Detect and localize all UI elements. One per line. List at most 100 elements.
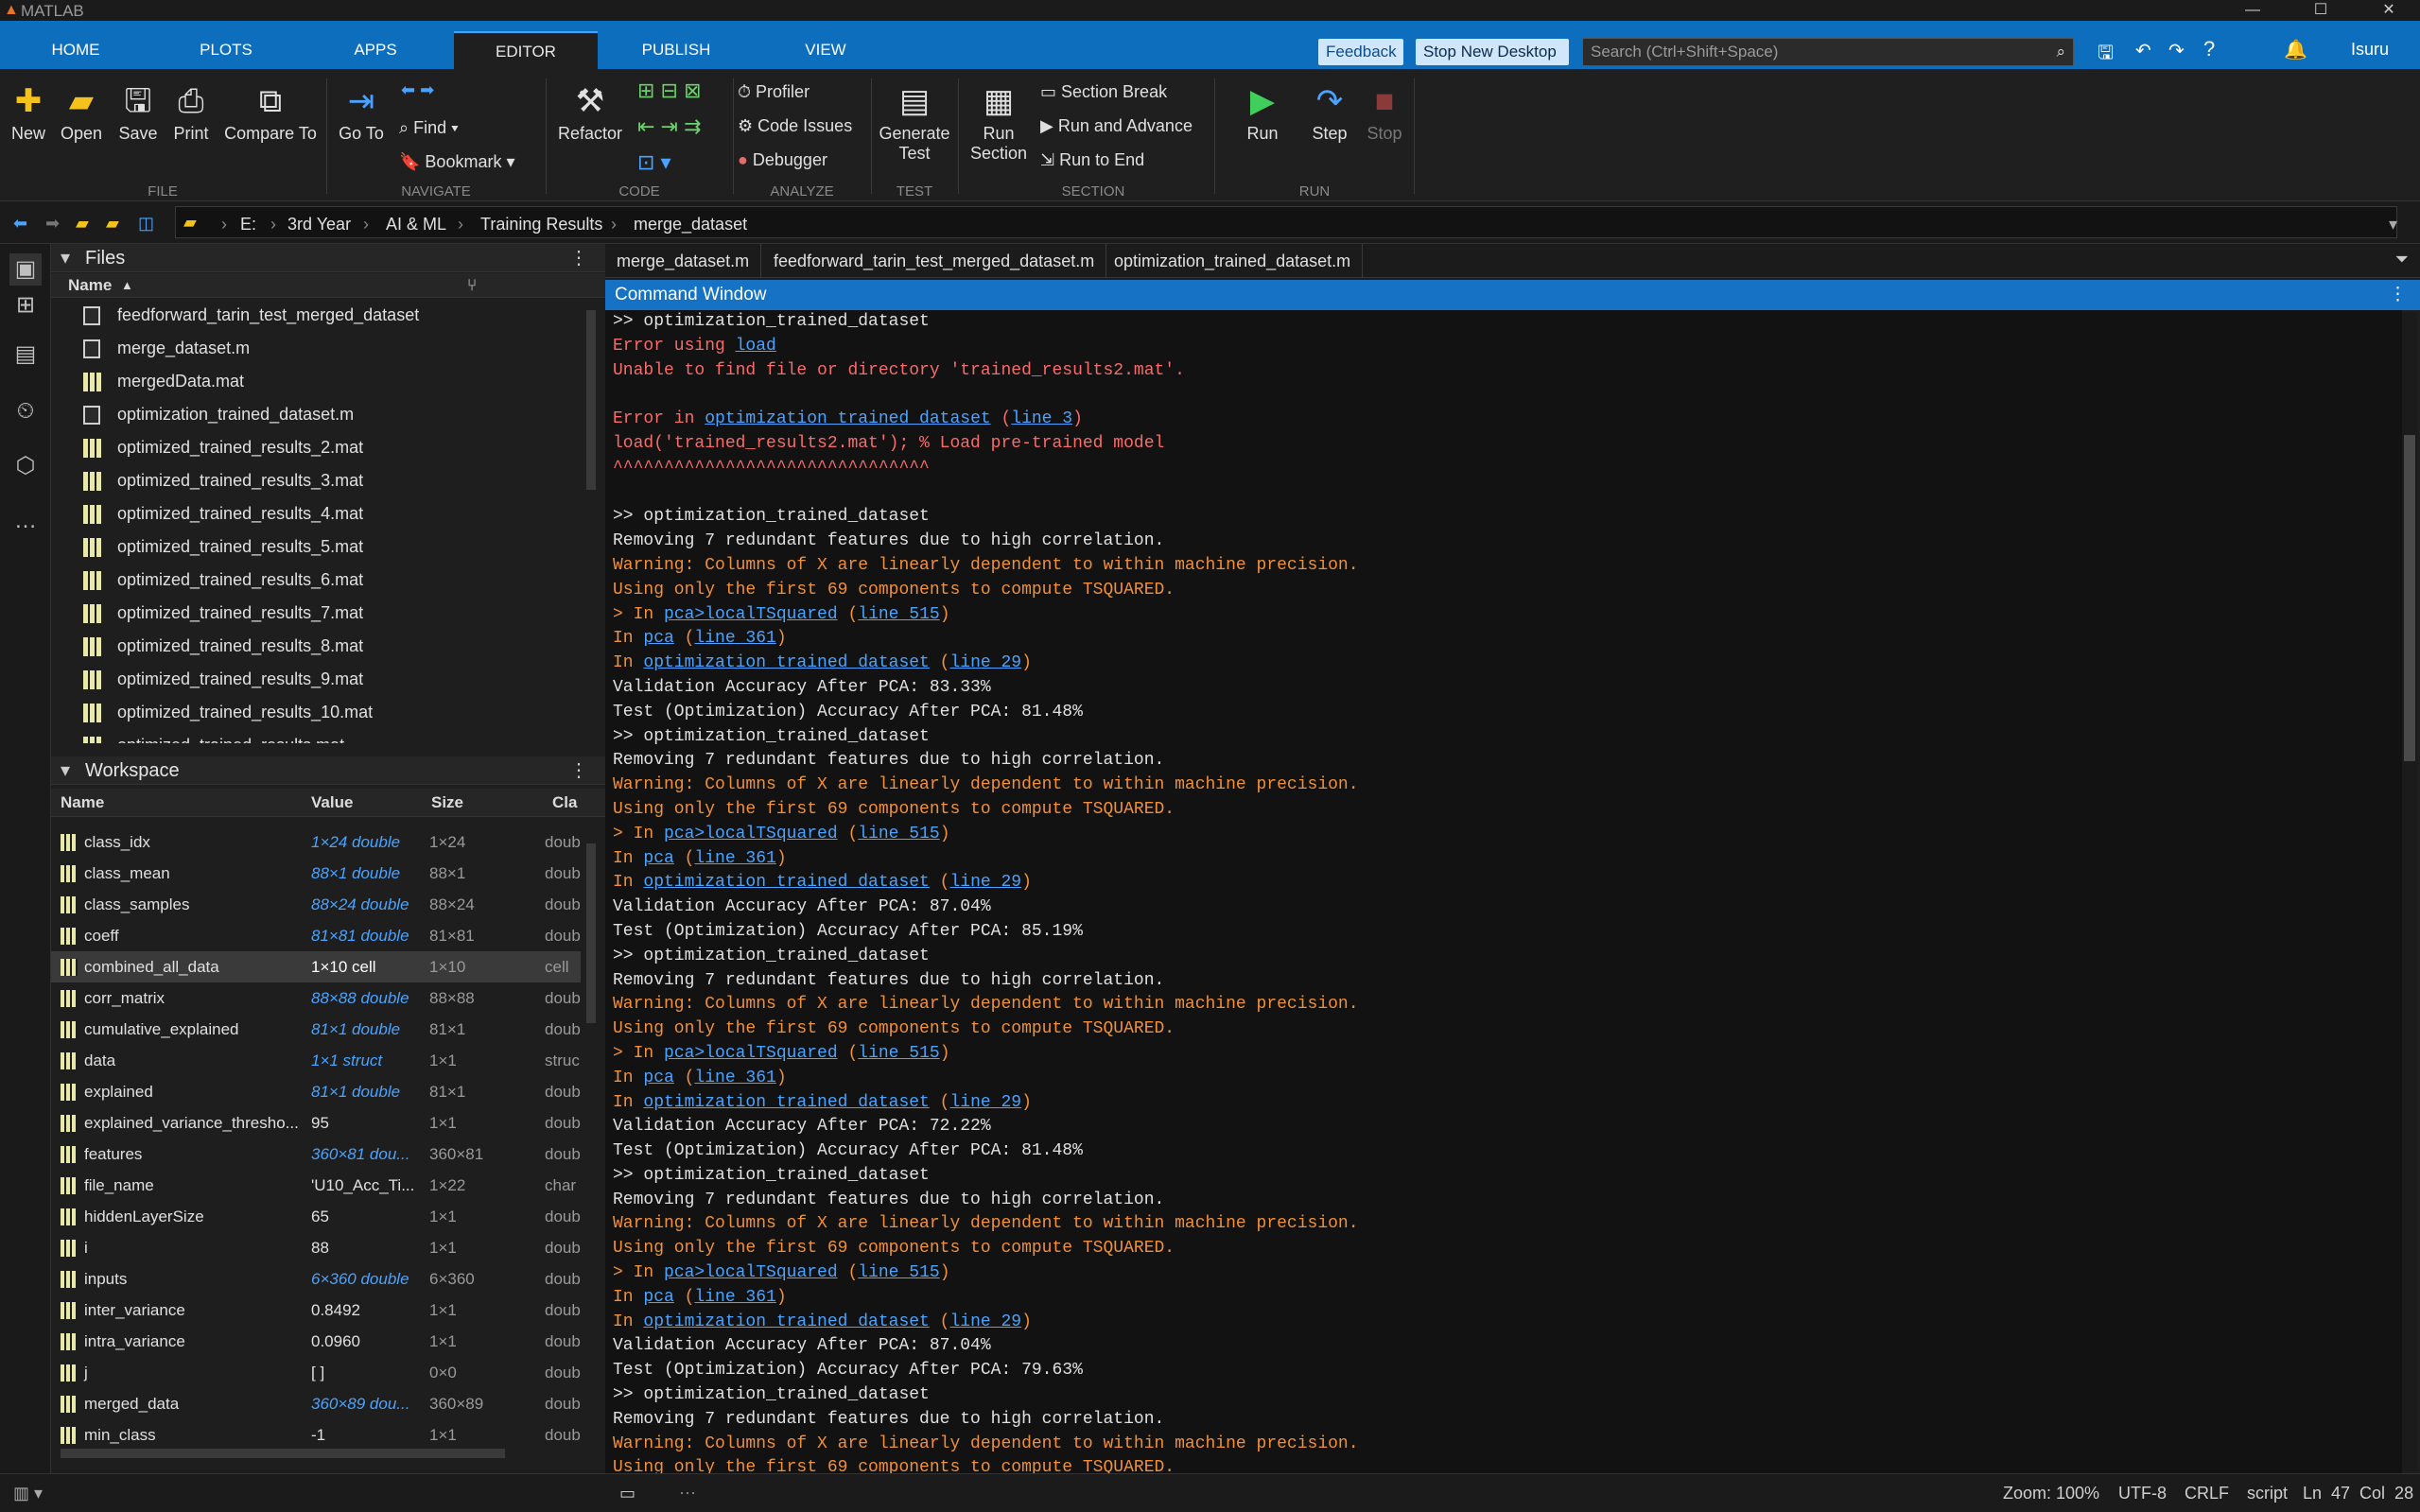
files-scrollbar[interactable]: [586, 310, 596, 490]
file-item[interactable]: optimized_trained_results_2.mat: [51, 431, 581, 464]
hyperlink[interactable]: line 29: [949, 1093, 1021, 1112]
filetype-status[interactable]: script: [2247, 1484, 2288, 1503]
open-button[interactable]: ▰ Open: [57, 82, 106, 144]
debugger-button[interactable]: ● Debugger: [738, 150, 827, 170]
hyperlink[interactable]: pca: [643, 1069, 673, 1087]
find-button[interactable]: ⌕ Find ▾: [399, 118, 459, 138]
files-panel-icon[interactable]: ▣: [9, 253, 42, 286]
tab-editor[interactable]: EDITOR: [454, 31, 598, 69]
hyperlink[interactable]: optimization_trained_dataset: [643, 873, 929, 892]
workspace-variable-row[interactable]: inputs 6×360 double 6×360 doub: [51, 1263, 581, 1295]
col-name[interactable]: Name: [61, 789, 104, 817]
hyperlink[interactable]: optimization_trained_dataset: [643, 653, 929, 672]
nav-back-icon[interactable]: ⬅: [13, 214, 27, 234]
hyperlink[interactable]: line 29: [949, 653, 1021, 672]
workspace-menu-icon[interactable]: ⋮: [569, 756, 588, 785]
workspace-variable-row[interactable]: class_samples 88×24 double 88×24 doub: [51, 889, 581, 920]
tab-apps[interactable]: APPS: [301, 31, 450, 69]
code-issues-button[interactable]: ⚙ Code Issues: [738, 116, 852, 136]
editor-tab-optimization[interactable]: optimization_trained_dataset.m: [1103, 244, 1364, 278]
profiler-button[interactable]: ⏱ Profiler: [738, 82, 810, 102]
workspace-variable-row[interactable]: features 360×81 dou... 360×81 doub: [51, 1138, 581, 1170]
hyperlink[interactable]: line 515: [858, 605, 939, 624]
hyperlink[interactable]: pca: [643, 1288, 673, 1307]
nav-forward-icon[interactable]: ➡: [45, 214, 60, 234]
hyperlink[interactable]: line 361: [694, 629, 775, 648]
command-scrollbar[interactable]: [2404, 435, 2415, 761]
hyperlink[interactable]: pca>localTSquared: [664, 825, 838, 843]
hyperlink[interactable]: line 361: [694, 1069, 775, 1087]
file-item[interactable]: optimized_trained_results_7.mat: [51, 597, 581, 630]
workspace-panel-icon[interactable]: ⊞: [9, 289, 42, 322]
file-item[interactable]: feedforward_tarin_test_merged_dataset: [51, 299, 581, 332]
tab-publish[interactable]: PUBLISH: [598, 31, 755, 69]
step-button[interactable]: ↷ Step: [1301, 82, 1358, 144]
eol-status[interactable]: CRLF: [2185, 1484, 2229, 1503]
breadcrumb-ai-ml[interactable]: AI & ML: [386, 215, 446, 235]
close-icon[interactable]: ✕: [2362, 0, 2415, 21]
hyperlink[interactable]: load: [736, 337, 776, 356]
path-field[interactable]: ▰ › E: › 3rd Year › AI & ML › Training R…: [175, 206, 2397, 238]
workspace-variable-row[interactable]: inter_variance 0.8492 1×1 doub: [51, 1295, 581, 1326]
breadcrumb-drive[interactable]: E:: [240, 215, 256, 235]
hyperlink[interactable]: line 29: [949, 1312, 1021, 1331]
stop-new-desktop-button[interactable]: Stop New Desktop: [1416, 39, 1569, 65]
run-to-end-button[interactable]: ⇲ Run to End: [1040, 150, 1144, 170]
workspace-icon[interactable]: ◫: [138, 214, 154, 234]
workspace-variable-row[interactable]: file_name 'U10_Acc_Ti... 1×22 char: [51, 1170, 581, 1201]
indent-icon[interactable]: ⇤ ⇥ ⇉: [637, 114, 702, 139]
compare-button[interactable]: ⧉ Compare To: [221, 82, 320, 144]
editor-tab-merge-dataset[interactable]: merge_dataset.m: [605, 244, 762, 278]
files-column-header[interactable]: Name ▲ ⑂: [51, 273, 605, 298]
collapse-icon[interactable]: ▾: [61, 244, 70, 272]
workspace-variable-row[interactable]: min_class -1 1×1 doub: [51, 1419, 581, 1451]
hyperlink[interactable]: pca: [643, 849, 673, 868]
col-value[interactable]: Value: [311, 789, 353, 817]
run-and-advance-button[interactable]: ▶ Run and Advance: [1040, 116, 1193, 136]
hyperlink[interactable]: optimization_trained_dataset: [643, 1093, 929, 1112]
workspace-variable-row[interactable]: explained 81×1 double 81×1 doub: [51, 1076, 581, 1107]
hyperlink[interactable]: pca>localTSquared: [664, 605, 838, 624]
tab-list-icon[interactable]: ⏷: [2395, 250, 2409, 269]
workspace-variable-row[interactable]: class_idx 1×24 double 1×24 doub: [51, 826, 581, 858]
path-dropdown-icon[interactable]: ▾: [2389, 215, 2397, 235]
feedback-button[interactable]: Feedback: [1318, 39, 1403, 65]
files-panel-header[interactable]: ▾ Files ⋮: [51, 244, 605, 272]
undo-icon[interactable]: ↶: [2135, 39, 2151, 62]
hyperlink[interactable]: line 515: [858, 825, 939, 843]
history-panel-icon[interactable]: ⏲: [9, 395, 42, 427]
tab-home[interactable]: HOME: [0, 31, 151, 69]
file-item[interactable]: optimized_trained_results_9.mat: [51, 663, 581, 696]
workspace-variable-row[interactable]: cumulative_explained 81×1 double 81×1 doub: [51, 1014, 581, 1045]
workspace-variable-row[interactable]: hiddenLayerSize 65 1×1 doub: [51, 1201, 581, 1232]
browse-folder-icon[interactable]: ▰: [106, 214, 119, 234]
file-item[interactable]: optimized_trained_results_8.mat: [51, 630, 581, 663]
hyperlink[interactable]: line 515: [858, 1044, 939, 1063]
search-input[interactable]: Search (Ctrl+Shift+Space) ⌕: [1582, 38, 2074, 66]
file-item[interactable]: optimized_trained_results_10.mat: [51, 696, 581, 729]
breadcrumb-3rd-year[interactable]: 3rd Year: [287, 215, 351, 235]
workspace-variable-row[interactable]: coeff 81×81 double 81×81 doub: [51, 920, 581, 951]
hyperlink[interactable]: optimization_trained_dataset: [705, 409, 990, 428]
breadcrumb-training-results[interactable]: Training Results: [480, 215, 602, 235]
maximize-icon[interactable]: ☐: [2294, 0, 2347, 21]
command-window-menu-icon[interactable]: ⋮: [2389, 280, 2407, 310]
collapse-icon[interactable]: ▾: [61, 756, 70, 785]
hyperlink[interactable]: line 3: [1011, 409, 1072, 428]
section-break-button[interactable]: ▭ Section Break: [1040, 82, 1167, 102]
encoding-status[interactable]: UTF-8: [2118, 1484, 2167, 1503]
minimize-icon[interactable]: —: [2226, 0, 2279, 21]
workspace-variable-row[interactable]: intra_variance 0.0960 1×1 doub: [51, 1326, 581, 1357]
zoom-status[interactable]: Zoom: 100%: [2003, 1484, 2099, 1503]
hyperlink[interactable]: pca: [643, 629, 673, 648]
tab-plots[interactable]: PLOTS: [151, 31, 301, 69]
bookmark-button[interactable]: 🔖 Bookmark ▾: [399, 152, 515, 172]
back-forward-icon[interactable]: ⬅ ➡: [401, 80, 434, 100]
print-button[interactable]: ⎙ Print: [166, 82, 216, 144]
bell-icon[interactable]: 🔔: [2284, 38, 2307, 61]
hyperlink[interactable]: line 361: [694, 1288, 775, 1307]
format-icon[interactable]: ⊡ ▾: [637, 150, 671, 175]
workspace-variable-row[interactable]: explained_variance_thresho... 95 1×1 doub: [51, 1107, 581, 1138]
col-class[interactable]: Cla: [552, 789, 577, 817]
workspace-variable-row[interactable]: i 88 1×1 doub: [51, 1232, 581, 1263]
